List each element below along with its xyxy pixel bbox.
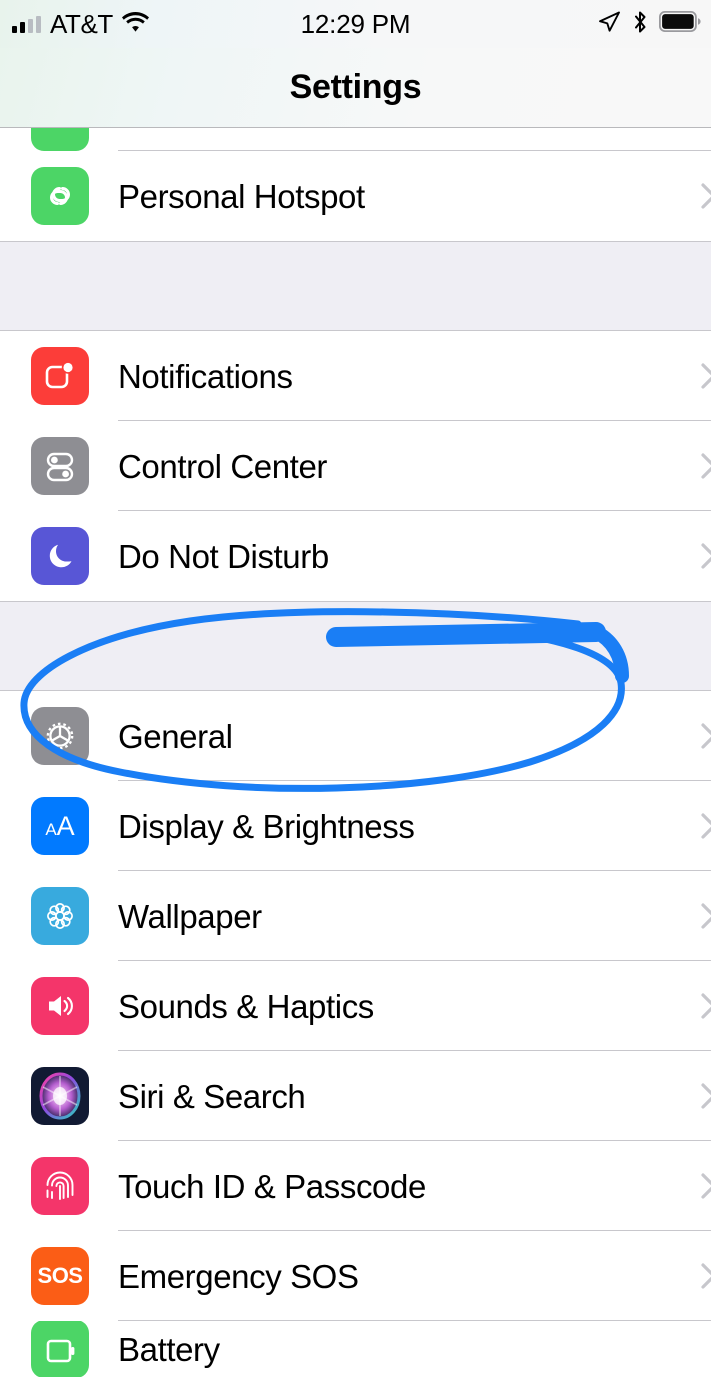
display-brightness-icon: AA — [31, 797, 89, 855]
group-separator — [0, 601, 711, 691]
settings-row-touch-id-passcode[interactable]: Touch ID & Passcode — [0, 1141, 711, 1231]
partial-row-above — [0, 93, 711, 151]
chevron-right-icon — [701, 1263, 711, 1289]
battery-green-icon — [31, 1321, 89, 1377]
chevron-right-icon — [701, 543, 711, 569]
settings-list[interactable]: Personal Hotspot Notifications Control C… — [0, 93, 711, 1377]
page-title: Settings — [289, 68, 422, 106]
settings-row-personal-hotspot[interactable]: Personal Hotspot — [0, 151, 711, 241]
settings-row-label: Control Center — [118, 447, 327, 485]
settings-row-label: Emergency SOS — [118, 1257, 359, 1295]
settings-row-battery[interactable]: Battery — [0, 1321, 711, 1377]
settings-row-sounds-haptics[interactable]: Sounds & Haptics — [0, 961, 711, 1051]
siri-orb-icon — [31, 1067, 89, 1125]
chevron-right-icon — [701, 723, 711, 749]
group-separator — [0, 241, 711, 331]
settings-row-label: General — [118, 717, 233, 755]
settings-row-control-center[interactable]: Control Center — [0, 421, 711, 511]
speaker-icon — [31, 977, 89, 1035]
settings-row-notifications[interactable]: Notifications — [0, 331, 711, 421]
settings-row-display-brightness[interactable]: AA Display & Brightness — [0, 781, 711, 871]
sos-icon: SOS — [31, 1247, 89, 1305]
settings-row-label: Touch ID & Passcode — [118, 1167, 426, 1205]
settings-row-label: Sounds & Haptics — [118, 987, 374, 1025]
sos-glyph: SOS — [37, 1263, 83, 1288]
hotspot-icon — [31, 167, 89, 225]
status-bar-right — [597, 0, 701, 48]
settings-row-label: Siri & Search — [118, 1077, 306, 1115]
settings-row-siri-search[interactable]: Siri & Search — [0, 1051, 711, 1141]
settings-row-label: Notifications — [118, 357, 293, 395]
location-arrow-icon — [597, 10, 621, 39]
battery-icon — [658, 10, 701, 37]
status-bar: AT&T 12:29 PM — [0, 0, 711, 48]
chevron-right-icon — [701, 363, 711, 389]
clock-label: 12:29 PM — [300, 9, 411, 39]
settings-row-emergency-sos[interactable]: SOS Emergency SOS — [0, 1231, 711, 1321]
chevron-right-icon — [701, 993, 711, 1019]
settings-row-label: Display & Brightness — [118, 807, 415, 845]
control-center-icon — [31, 437, 89, 495]
settings-row-general[interactable]: General — [0, 691, 711, 781]
chevron-right-icon — [701, 813, 711, 839]
fingerprint-icon — [31, 1157, 89, 1215]
chevron-right-icon — [701, 1173, 711, 1199]
aa-glyph: AA — [45, 810, 75, 841]
gear-icon — [31, 707, 89, 765]
settings-row-wallpaper[interactable]: Wallpaper — [0, 871, 711, 961]
moon-icon — [31, 527, 89, 585]
bluetooth-icon — [632, 10, 648, 39]
settings-row-label: Personal Hotspot — [118, 177, 365, 215]
settings-row-do-not-disturb[interactable]: Do Not Disturb — [0, 511, 711, 601]
settings-row-label: Wallpaper — [118, 897, 262, 935]
notifications-icon — [31, 347, 89, 405]
settings-row-label: Do Not Disturb — [118, 537, 329, 575]
chevron-right-icon — [701, 903, 711, 929]
chevron-right-icon — [701, 453, 711, 479]
nav-header: Settings — [0, 48, 711, 128]
chevron-right-icon — [701, 183, 711, 209]
chevron-right-icon — [701, 1083, 711, 1109]
wallpaper-flower-icon — [31, 887, 89, 945]
settings-row-label: Battery — [118, 1330, 220, 1368]
